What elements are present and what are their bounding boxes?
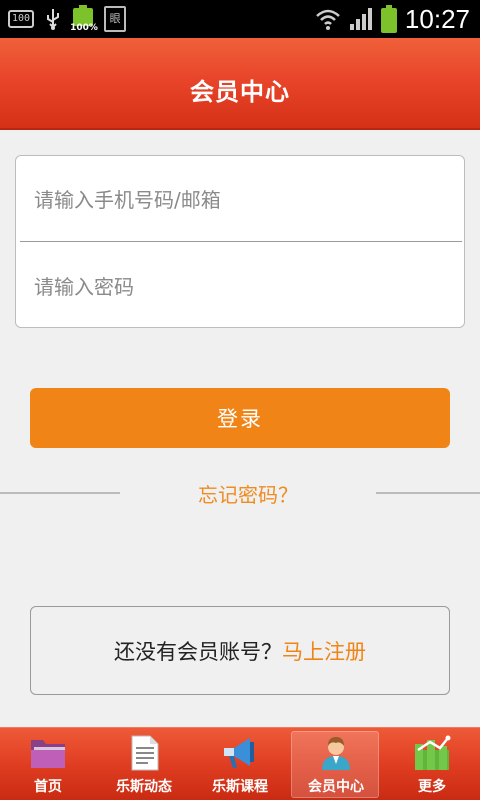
clock: 10:27: [404, 3, 470, 34]
battery-icon: [380, 5, 397, 33]
login-button[interactable]: 登录: [30, 388, 450, 448]
folder-icon: [31, 740, 65, 768]
tab-home[interactable]: 首页: [0, 728, 96, 800]
register-prompt: 还没有会员账号？: [114, 639, 282, 664]
password-input[interactable]: 请输入密码: [16, 243, 464, 328]
tab-label: 更多: [418, 779, 446, 795]
document-status-icon: 眼: [104, 6, 127, 32]
tab-member-center[interactable]: 会员中心: [288, 728, 384, 800]
register-link[interactable]: 马上注册: [282, 636, 366, 666]
more-icon: [415, 735, 451, 770]
app-header: 会员中心: [0, 38, 480, 130]
divider-right: [376, 492, 480, 494]
phone-email-input[interactable]: 请输入手机号码/邮箱: [16, 156, 464, 241]
login-form: 请输入手机号码/邮箱 请输入密码: [15, 155, 465, 328]
member-icon: [322, 737, 350, 770]
system-icons: 10:27: [315, 0, 470, 38]
tab-label: 首页: [34, 779, 62, 795]
tab-courses[interactable]: 乐斯课程: [192, 728, 288, 800]
megaphone-icon: [224, 738, 254, 768]
tab-news[interactable]: 乐斯动态: [96, 728, 192, 800]
usb-icon: [47, 9, 60, 30]
battery-charged-icon: 100%: [70, 5, 98, 33]
tab-label: 会员中心: [308, 779, 364, 795]
document-icon: [131, 735, 159, 771]
divider-left: [0, 492, 120, 494]
notification-icons: 100 100% 眼: [8, 5, 127, 33]
forgot-password-link[interactable]: 忘记密码？: [120, 479, 376, 508]
signal-icon: [349, 8, 372, 30]
bottom-tab-bar: 首页 乐斯动态 乐斯课程 会员中心 更多: [0, 727, 480, 800]
hundred-icon: 100: [8, 10, 35, 28]
tab-more[interactable]: 更多: [384, 728, 480, 800]
tab-label: 乐斯课程: [212, 779, 268, 795]
wifi-icon: [316, 9, 340, 30]
field-divider: [20, 241, 462, 242]
page-title: 会员中心: [190, 78, 290, 106]
register-box: 还没有会员账号？ 马上注册: [30, 606, 450, 695]
status-bar: 100 100% 眼 10:27: [0, 0, 480, 38]
tab-label: 乐斯动态: [116, 779, 172, 795]
